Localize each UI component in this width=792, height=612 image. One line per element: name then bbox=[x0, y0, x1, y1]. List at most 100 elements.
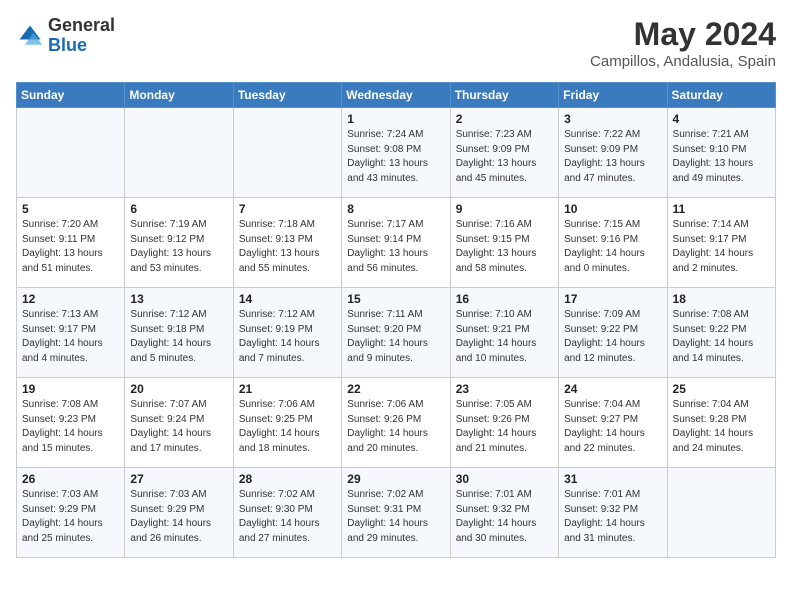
calendar-week-row: 26 Sunrise: 7:03 AM Sunset: 9:29 PM Dayli… bbox=[17, 468, 776, 558]
day-info: Sunrise: 7:18 AM Sunset: 9:13 PM Dayligh… bbox=[239, 218, 336, 276]
day-info: Sunrise: 7:16 AM Sunset: 9:15 PM Dayligh… bbox=[456, 218, 553, 276]
day-info: Sunrise: 7:03 AM Sunset: 9:29 PM Dayligh… bbox=[130, 488, 227, 546]
calendar-cell: 3Sunrise: 7:22 AM Sunset: 9:09 PM Daylig… bbox=[559, 108, 667, 198]
calendar-week-row: 5 Sunrise: 7:20 AM Sunset: 9:11 PM Daylig… bbox=[17, 198, 776, 288]
calendar-cell: 8Sunrise: 7:17 AM Sunset: 9:14 PM Daylig… bbox=[342, 198, 450, 288]
day-number: 13 bbox=[130, 292, 227, 306]
calendar-cell: 17Sunrise: 7:09 AM Sunset: 9:22 PM Dayli… bbox=[559, 288, 667, 378]
day-number: 18 bbox=[673, 292, 770, 306]
day-info: Sunrise: 7:15 AM Sunset: 9:16 PM Dayligh… bbox=[564, 218, 661, 276]
calendar-cell: 7 Sunrise: 7:18 AM Sunset: 9:13 PM Daylig… bbox=[233, 198, 341, 288]
day-number: 31 bbox=[564, 472, 661, 486]
calendar-cell: 5 Sunrise: 7:20 AM Sunset: 9:11 PM Daylig… bbox=[17, 198, 125, 288]
calendar-cell: 28 Sunrise: 7:02 AM Sunset: 9:30 PM Dayli… bbox=[233, 468, 341, 558]
page-header: General Blue May 2024 Campillos, Andalus… bbox=[16, 16, 776, 70]
calendar-cell: 2 Sunrise: 7:23 AM Sunset: 9:09 PM Daylig… bbox=[450, 108, 558, 198]
month-title: May 2024 bbox=[590, 16, 776, 53]
calendar-cell bbox=[17, 108, 125, 198]
calendar-cell: 13 Sunrise: 7:12 AM Sunset: 9:18 PM Dayli… bbox=[125, 288, 233, 378]
day-info: Sunrise: 7:24 AM Sunset: 9:08 PM Dayligh… bbox=[347, 128, 444, 186]
calendar-week-row: 12 Sunrise: 7:13 AM Sunset: 9:17 PM Dayli… bbox=[17, 288, 776, 378]
day-number: 4 bbox=[673, 112, 770, 126]
calendar-table: SundayMondayTuesdayWednesdayThursdayFrid… bbox=[16, 82, 776, 558]
day-info: Sunrise: 7:09 AM Sunset: 9:22 PM Dayligh… bbox=[564, 308, 661, 366]
day-info: Sunrise: 7:08 AM Sunset: 9:22 PM Dayligh… bbox=[673, 308, 770, 366]
calendar-cell: 10 Sunrise: 7:15 AM Sunset: 9:16 PM Dayli… bbox=[559, 198, 667, 288]
day-number: 5 bbox=[22, 202, 119, 216]
day-info: Sunrise: 7:23 AM Sunset: 9:09 PM Dayligh… bbox=[456, 128, 553, 186]
day-number: 10 bbox=[564, 202, 661, 216]
day-info: Sunrise: 7:10 AM Sunset: 9:21 PM Dayligh… bbox=[456, 308, 553, 366]
calendar-cell: 9 Sunrise: 7:16 AM Sunset: 9:15 PM Daylig… bbox=[450, 198, 558, 288]
calendar-cell bbox=[233, 108, 341, 198]
calendar-cell: 27 Sunrise: 7:03 AM Sunset: 9:29 PM Dayli… bbox=[125, 468, 233, 558]
calendar-cell: 30Sunrise: 7:01 AM Sunset: 9:32 PM Dayli… bbox=[450, 468, 558, 558]
day-info: Sunrise: 7:06 AM Sunset: 9:26 PM Dayligh… bbox=[347, 398, 444, 456]
calendar-cell: 22Sunrise: 7:06 AM Sunset: 9:26 PM Dayli… bbox=[342, 378, 450, 468]
day-number: 6 bbox=[130, 202, 227, 216]
day-info: Sunrise: 7:02 AM Sunset: 9:30 PM Dayligh… bbox=[239, 488, 336, 546]
day-number: 1 bbox=[347, 112, 444, 126]
calendar-cell: 23Sunrise: 7:05 AM Sunset: 9:26 PM Dayli… bbox=[450, 378, 558, 468]
calendar-cell bbox=[125, 108, 233, 198]
day-number: 20 bbox=[130, 382, 227, 396]
day-info: Sunrise: 7:01 AM Sunset: 9:32 PM Dayligh… bbox=[564, 488, 661, 546]
calendar-cell: 25 Sunrise: 7:04 AM Sunset: 9:28 PM Dayli… bbox=[667, 378, 775, 468]
day-number: 21 bbox=[239, 382, 336, 396]
day-number: 2 bbox=[456, 112, 553, 126]
day-number: 25 bbox=[673, 382, 770, 396]
day-number: 26 bbox=[22, 472, 119, 486]
day-info: Sunrise: 7:08 AM Sunset: 9:23 PM Dayligh… bbox=[22, 398, 119, 456]
day-number: 28 bbox=[239, 472, 336, 486]
logo: General Blue bbox=[16, 16, 115, 56]
day-number: 14 bbox=[239, 292, 336, 306]
calendar-cell: 26 Sunrise: 7:03 AM Sunset: 9:29 PM Dayli… bbox=[17, 468, 125, 558]
weekday-header: Sunday bbox=[17, 83, 125, 108]
day-info: Sunrise: 7:20 AM Sunset: 9:11 PM Dayligh… bbox=[22, 218, 119, 276]
calendar-week-row: 1 Sunrise: 7:24 AM Sunset: 9:08 PM Daylig… bbox=[17, 108, 776, 198]
day-info: Sunrise: 7:04 AM Sunset: 9:27 PM Dayligh… bbox=[564, 398, 661, 456]
day-number: 30 bbox=[456, 472, 553, 486]
calendar-cell: 4Sunrise: 7:21 AM Sunset: 9:10 PM Daylig… bbox=[667, 108, 775, 198]
day-info: Sunrise: 7:14 AM Sunset: 9:17 PM Dayligh… bbox=[673, 218, 770, 276]
logo-line2: Blue bbox=[48, 36, 115, 56]
day-number: 24 bbox=[564, 382, 661, 396]
calendar-cell: 20 Sunrise: 7:07 AM Sunset: 9:24 PM Dayli… bbox=[125, 378, 233, 468]
weekday-header-row: SundayMondayTuesdayWednesdayThursdayFrid… bbox=[17, 83, 776, 108]
weekday-header: Thursday bbox=[450, 83, 558, 108]
day-number: 11 bbox=[673, 202, 770, 216]
day-info: Sunrise: 7:04 AM Sunset: 9:28 PM Dayligh… bbox=[673, 398, 770, 456]
calendar-cell: 14Sunrise: 7:12 AM Sunset: 9:19 PM Dayli… bbox=[233, 288, 341, 378]
calendar-cell: 18 Sunrise: 7:08 AM Sunset: 9:22 PM Dayli… bbox=[667, 288, 775, 378]
day-info: Sunrise: 7:03 AM Sunset: 9:29 PM Dayligh… bbox=[22, 488, 119, 546]
calendar-cell: 21Sunrise: 7:06 AM Sunset: 9:25 PM Dayli… bbox=[233, 378, 341, 468]
calendar-week-row: 19Sunrise: 7:08 AM Sunset: 9:23 PM Dayli… bbox=[17, 378, 776, 468]
day-info: Sunrise: 7:11 AM Sunset: 9:20 PM Dayligh… bbox=[347, 308, 444, 366]
day-info: Sunrise: 7:07 AM Sunset: 9:24 PM Dayligh… bbox=[130, 398, 227, 456]
day-number: 27 bbox=[130, 472, 227, 486]
day-number: 15 bbox=[347, 292, 444, 306]
calendar-cell: 29 Sunrise: 7:02 AM Sunset: 9:31 PM Dayli… bbox=[342, 468, 450, 558]
day-info: Sunrise: 7:19 AM Sunset: 9:12 PM Dayligh… bbox=[130, 218, 227, 276]
weekday-header: Saturday bbox=[667, 83, 775, 108]
calendar-cell: 24 Sunrise: 7:04 AM Sunset: 9:27 PM Dayli… bbox=[559, 378, 667, 468]
day-info: Sunrise: 7:12 AM Sunset: 9:18 PM Dayligh… bbox=[130, 308, 227, 366]
day-number: 3 bbox=[564, 112, 661, 126]
logo-icon bbox=[16, 22, 44, 50]
day-info: Sunrise: 7:17 AM Sunset: 9:14 PM Dayligh… bbox=[347, 218, 444, 276]
weekday-header: Friday bbox=[559, 83, 667, 108]
weekday-header: Monday bbox=[125, 83, 233, 108]
day-number: 9 bbox=[456, 202, 553, 216]
day-info: Sunrise: 7:02 AM Sunset: 9:31 PM Dayligh… bbox=[347, 488, 444, 546]
title-block: May 2024 Campillos, Andalusia, Spain bbox=[590, 16, 776, 70]
weekday-header: Wednesday bbox=[342, 83, 450, 108]
day-number: 29 bbox=[347, 472, 444, 486]
calendar-cell: 31 Sunrise: 7:01 AM Sunset: 9:32 PM Dayli… bbox=[559, 468, 667, 558]
calendar-cell: 19Sunrise: 7:08 AM Sunset: 9:23 PM Dayli… bbox=[17, 378, 125, 468]
weekday-header: Tuesday bbox=[233, 83, 341, 108]
day-info: Sunrise: 7:13 AM Sunset: 9:17 PM Dayligh… bbox=[22, 308, 119, 366]
location: Campillos, Andalusia, Spain bbox=[590, 53, 776, 70]
calendar-cell: 16Sunrise: 7:10 AM Sunset: 9:21 PM Dayli… bbox=[450, 288, 558, 378]
day-number: 12 bbox=[22, 292, 119, 306]
day-number: 7 bbox=[239, 202, 336, 216]
